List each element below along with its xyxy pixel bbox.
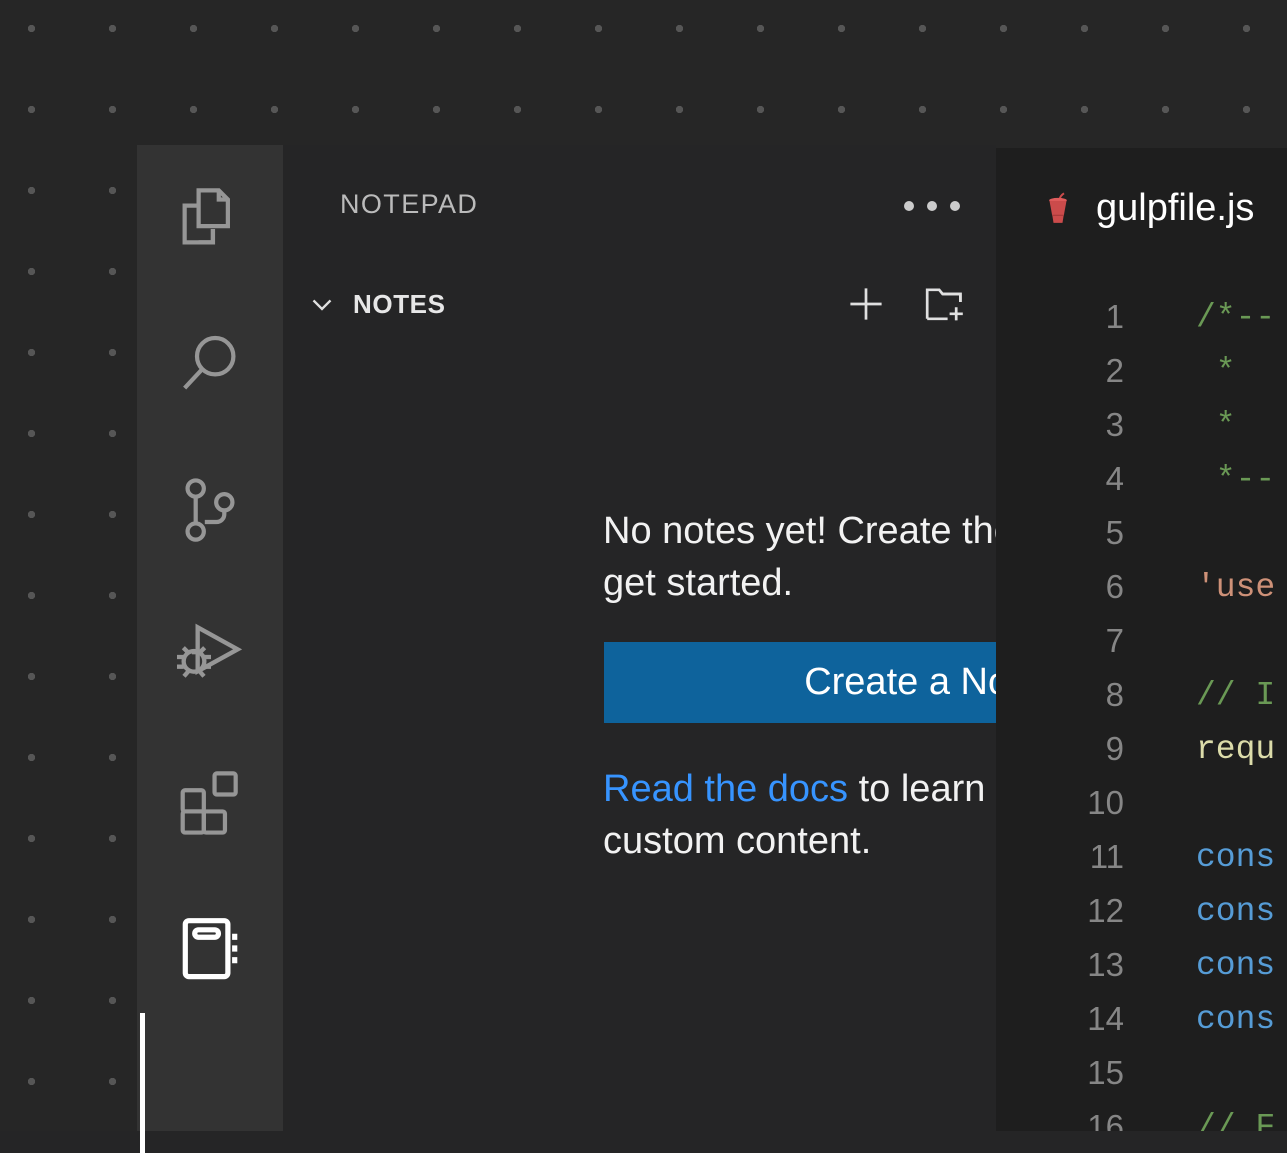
code-line: 15	[996, 1046, 1287, 1100]
code-text: *--	[1124, 461, 1275, 498]
ellipsis-icon	[950, 201, 960, 211]
editor-tab-label: gulpfile.js	[1096, 187, 1254, 230]
activity-bar-item-notepad[interactable]	[137, 875, 283, 1021]
code-text: // F	[1124, 1109, 1275, 1132]
search-icon	[171, 325, 249, 403]
notebook-icon	[171, 909, 249, 987]
code-text: cons	[1124, 947, 1275, 984]
code-content[interactable]: 1/*--2 *3 *4 *--56'use78// I9requ1011con…	[996, 290, 1287, 1131]
sidebar-more-actions-button[interactable]	[900, 195, 964, 217]
line-number: 15	[996, 1054, 1124, 1092]
line-number: 4	[996, 460, 1124, 498]
chevron-down-icon[interactable]	[305, 287, 339, 321]
activity-bar-item-search[interactable]	[137, 291, 283, 437]
code-line: 1/*--	[996, 290, 1287, 344]
code-line: 16// F	[996, 1100, 1287, 1131]
branch-icon	[171, 471, 249, 549]
line-number: 1	[996, 298, 1124, 336]
code-text: /*--	[1124, 299, 1275, 336]
extensions-icon	[171, 763, 249, 841]
line-number: 9	[996, 730, 1124, 768]
line-number: 8	[996, 676, 1124, 714]
line-number: 14	[996, 1000, 1124, 1038]
sidebar-title: NOTEPAD	[340, 189, 478, 220]
line-number: 7	[996, 622, 1124, 660]
editor-panel: gulpfile.js 1/*--2 *3 *4 *--56'use78// I…	[996, 148, 1287, 1131]
code-text: *	[1124, 407, 1236, 444]
line-number: 13	[996, 946, 1124, 984]
activity-bar-item-source-control[interactable]	[137, 437, 283, 583]
code-line: 11cons	[996, 830, 1287, 884]
code-line: 4 *--	[996, 452, 1287, 506]
editor-tab[interactable]: gulpfile.js	[996, 148, 1254, 268]
code-text: cons	[1124, 1001, 1275, 1038]
activity-bar-item-explorer[interactable]	[137, 145, 283, 291]
line-number: 10	[996, 784, 1124, 822]
code-line: 3 *	[996, 398, 1287, 452]
line-number: 6	[996, 568, 1124, 606]
code-line: 10	[996, 776, 1287, 830]
activity-bar-item-run-debug[interactable]	[137, 583, 283, 729]
code-text: cons	[1124, 893, 1275, 930]
ellipsis-icon	[927, 201, 937, 211]
code-line: 2 *	[996, 344, 1287, 398]
gulp-cup-icon	[1038, 188, 1078, 228]
run-debug-icon	[170, 616, 250, 696]
new-folder-icon[interactable]	[920, 280, 968, 328]
line-number: 11	[996, 838, 1124, 876]
line-number: 2	[996, 352, 1124, 390]
line-number: 12	[996, 892, 1124, 930]
sidebar-panel: NOTEPAD NOTES	[283, 145, 996, 1131]
activity-bar	[137, 145, 283, 1131]
code-text: // I	[1124, 677, 1275, 714]
ellipsis-icon	[904, 201, 914, 211]
line-number: 5	[996, 514, 1124, 552]
new-note-button[interactable]	[842, 280, 890, 328]
code-text: 'use	[1124, 569, 1275, 606]
active-view-indicator	[140, 1013, 145, 1153]
notes-section-label: NOTES	[353, 289, 446, 320]
code-line: 13cons	[996, 938, 1287, 992]
code-text: *	[1124, 353, 1236, 390]
activity-bar-item-extensions[interactable]	[137, 729, 283, 875]
line-number: 3	[996, 406, 1124, 444]
code-line: 8// I	[996, 668, 1287, 722]
code-line: 14cons	[996, 992, 1287, 1046]
line-number: 16	[996, 1108, 1124, 1131]
read-the-docs-link[interactable]: Read the docs	[603, 768, 848, 810]
code-line: 5	[996, 506, 1287, 560]
notes-section-header[interactable]: NOTES	[283, 275, 996, 333]
code-line: 7	[996, 614, 1287, 668]
code-text: requ	[1124, 731, 1275, 768]
code-text: cons	[1124, 839, 1275, 876]
code-line: 6'use	[996, 560, 1287, 614]
code-line: 9requ	[996, 722, 1287, 776]
code-line: 12cons	[996, 884, 1287, 938]
files-icon	[171, 179, 249, 257]
